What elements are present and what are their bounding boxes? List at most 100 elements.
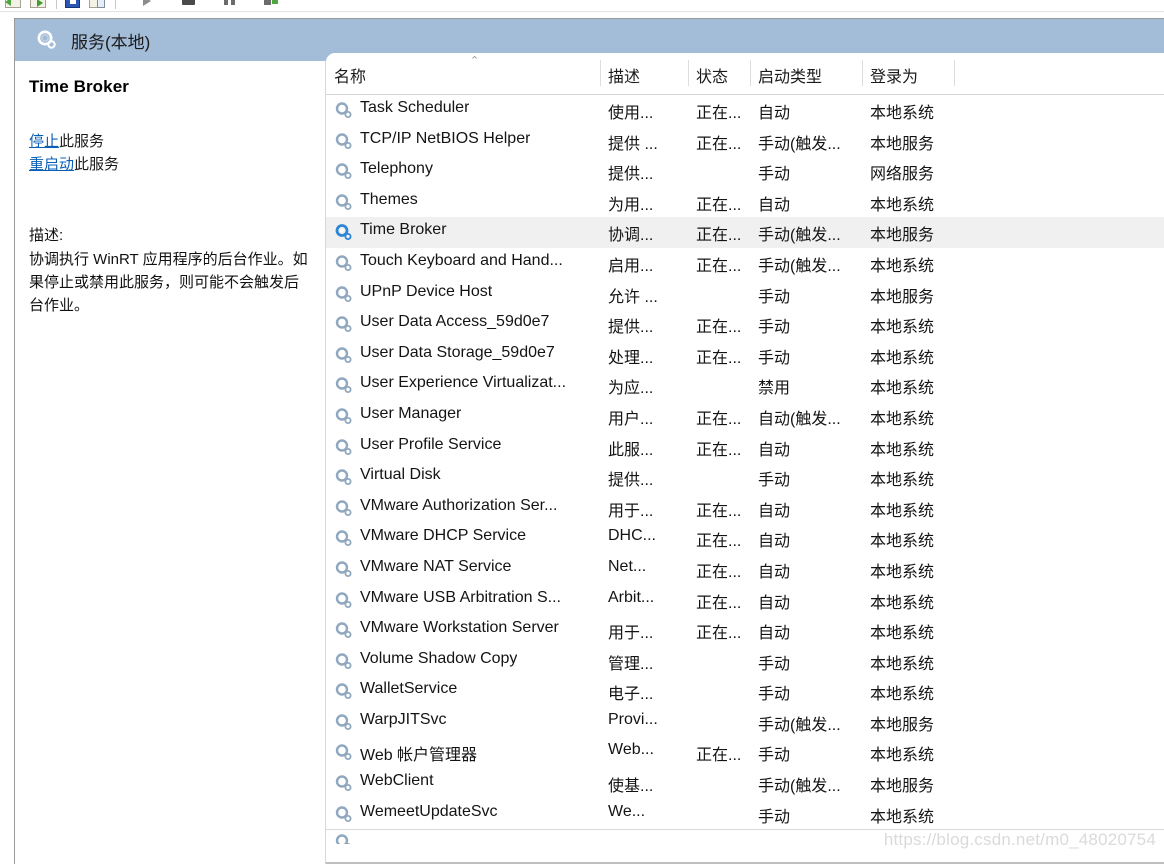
cell-service-name: VMware Authorization Ser...: [360, 496, 558, 514]
stop-service-suffix: 此服务: [59, 133, 105, 150]
column-divider-5[interactable]: [954, 60, 955, 86]
cell-description: Web...: [608, 741, 654, 759]
column-divider-2[interactable]: [688, 60, 689, 86]
cell-startup-type: 手动(触发...: [758, 135, 841, 153]
table-row[interactable]: Touch Keyboard and Hand... 启用... 正在... 手动(触…: [326, 248, 1164, 279]
cell-description: 此服...: [608, 441, 654, 459]
cell-log-on-as: 本地系统: [870, 563, 935, 581]
table-row[interactable]: User Manager 用户... 正在... 自动(触发... 本地系统: [326, 401, 1164, 432]
table-row[interactable]: UPnP Device Host 允许 ... 手动 本地服务: [326, 279, 1164, 310]
cell-status: 正在...: [696, 594, 742, 612]
toolbar-separator-1: [56, 0, 57, 9]
cell-description: 管理...: [608, 655, 654, 673]
restart-service-action[interactable]: 重启动此服务: [29, 154, 311, 176]
cell-description: 使基...: [608, 778, 654, 796]
pause-service-icon[interactable]: [220, 0, 240, 11]
cell-startup-type: 自动(触发...: [758, 410, 841, 428]
cell-log-on-as: 本地系统: [870, 625, 935, 643]
table-row[interactable]: VMware Workstation Server 用于... 正在... 自动 本地系…: [326, 615, 1164, 646]
help-icon[interactable]: [63, 0, 83, 11]
table-row[interactable]: Volume Shadow Copy 管理... 手动 本地系统: [326, 646, 1164, 677]
column-divider-4[interactable]: [862, 60, 863, 86]
cell-service-name: VMware USB Arbitration S...: [360, 588, 561, 606]
cell-startup-type: 手动(触发...: [758, 227, 841, 245]
table-row[interactable]: Telephony 提供... 手动 网络服务: [326, 156, 1164, 187]
cell-service-name: Telephony: [360, 160, 433, 178]
service-details-pane: Time Broker 停止此服务 重启动此服务 描述: 协调执行 WinRT …: [15, 61, 326, 864]
column-header-status[interactable]: 状态: [696, 63, 728, 87]
table-row[interactable]: WemeetUpdateSvc We... 手动 本地系统: [326, 799, 1164, 830]
cell-description: 用于...: [608, 625, 654, 643]
column-header-name[interactable]: 名称: [334, 63, 366, 87]
table-row[interactable]: VMware NAT Service Net... 正在... 自动 本地系统: [326, 554, 1164, 585]
cell-startup-type: 自动: [758, 196, 791, 214]
sort-ascending-icon: ⌃: [470, 55, 480, 67]
cell-log-on-as: 本地系统: [870, 502, 935, 520]
stop-service-link[interactable]: 停止: [29, 133, 59, 150]
cell-service-name: WemeetUpdateSvc: [360, 802, 498, 820]
table-row[interactable]: WalletService 电子... 手动 本地系统: [326, 676, 1164, 707]
show-hide-console-tree-icon[interactable]: [88, 0, 108, 11]
table-row[interactable]: User Profile Service 此服... 正在... 自动 本地系统: [326, 432, 1164, 463]
properties-icon[interactable]: [29, 0, 49, 11]
description-label: 描述:: [29, 227, 64, 244]
cell-startup-type: 自动: [758, 594, 791, 612]
cell-log-on-as: 本地系统: [870, 441, 935, 459]
cell-log-on-as: 网络服务: [870, 166, 935, 184]
cell-startup-type: 自动: [758, 563, 791, 581]
service-gear-icon: [334, 438, 353, 457]
cell-service-name: Time Broker: [360, 221, 447, 239]
cell-service-name: User Manager: [360, 404, 462, 422]
table-row[interactable]: VMware Authorization Ser... 用于... 正在... 自动 本…: [326, 493, 1164, 524]
cell-service-name: Virtual Disk: [360, 466, 441, 484]
service-gear-icon: [334, 162, 353, 181]
restart-service-link[interactable]: 重启动: [29, 156, 74, 173]
cell-startup-type: 手动(触发...: [758, 257, 841, 275]
table-row[interactable]: WebClient 使基... 手动(触发... 本地服务: [326, 768, 1164, 799]
cell-status: 正在...: [696, 563, 742, 581]
table-row[interactable]: User Experience Virtualizat... 为应... 禁用 本地系…: [326, 370, 1164, 401]
start-service-icon[interactable]: [138, 0, 158, 11]
cell-status: 正在...: [696, 533, 742, 551]
cell-status: 正在...: [696, 105, 742, 122]
service-gear-icon: [334, 499, 353, 518]
column-header-log-on-as[interactable]: 登录为: [870, 63, 918, 87]
table-row[interactable]: Virtual Disk 提供... 手动 本地系统: [326, 462, 1164, 493]
table-row[interactable]: VMware USB Arbitration S... Arbit... 正在...…: [326, 585, 1164, 616]
table-row[interactable]: User Data Access_59d0e7 提供... 正在... 手动 本地系统: [326, 309, 1164, 340]
cell-log-on-as: 本地系统: [870, 349, 935, 367]
stop-service-icon[interactable]: [179, 0, 199, 11]
cell-startup-type: 手动(触发...: [758, 716, 841, 734]
table-row[interactable]: Task Scheduler 使用... 正在... 自动 本地系统: [326, 95, 1164, 126]
cell-service-name: WebClient: [360, 772, 434, 790]
table-row[interactable]: Time Broker 协调... 正在... 手动(触发... 本地服务: [326, 217, 1164, 248]
cell-log-on-as: 本地服务: [870, 227, 935, 245]
restart-service-icon[interactable]: [261, 0, 281, 11]
column-header-description[interactable]: 描述: [608, 63, 640, 87]
cell-service-name: VMware Workstation Server: [360, 619, 559, 637]
cell-status: 正在...: [696, 441, 742, 459]
cell-log-on-as: 本地系统: [870, 410, 935, 428]
cell-description: DHC...: [608, 527, 656, 545]
table-row[interactable]: VMware DHCP Service DHC... 正在... 自动 本地系统: [326, 523, 1164, 554]
column-header-startup-type[interactable]: 启动类型: [758, 63, 822, 87]
cell-service-name: Volume Shadow Copy: [360, 649, 518, 667]
list-row-partial[interactable]: [326, 829, 1164, 845]
table-row[interactable]: WarpJITSvc Provi... 手动(触发... 本地服务: [326, 707, 1164, 738]
cell-startup-type: 手动(触发...: [758, 778, 841, 796]
service-gear-icon: [334, 560, 353, 579]
cell-log-on-as: 本地系统: [870, 472, 935, 490]
table-row[interactable]: Web 帐户管理器 Web... 正在... 手动 本地系统: [326, 737, 1164, 768]
cell-startup-type: 手动: [758, 808, 791, 826]
table-row[interactable]: Themes 为用... 正在... 自动 本地系统: [326, 187, 1164, 218]
stop-service-action[interactable]: 停止此服务: [29, 131, 311, 153]
table-row[interactable]: User Data Storage_59d0e7 处理... 正在... 手动 本地系统: [326, 340, 1164, 371]
table-row[interactable]: TCP/IP NetBIOS Helper 提供 ... 正在... 手动(触发...…: [326, 126, 1164, 157]
cell-description: 启用...: [608, 257, 654, 275]
column-divider-3[interactable]: [750, 60, 751, 86]
column-divider-1[interactable]: [600, 60, 601, 86]
export-list-icon[interactable]: [4, 0, 24, 11]
cell-log-on-as: 本地系统: [870, 319, 935, 337]
cell-service-name: UPnP Device Host: [360, 282, 493, 300]
cell-status: 正在...: [696, 257, 742, 275]
